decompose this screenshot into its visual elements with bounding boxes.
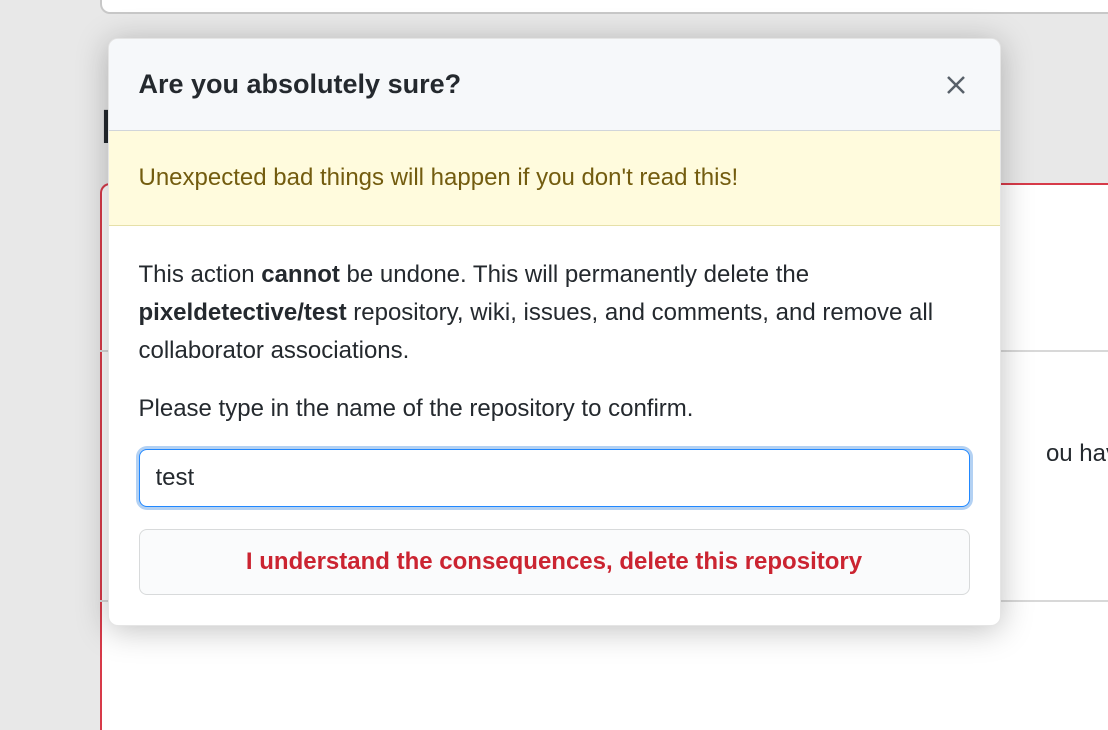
modal-warning-text: Unexpected bad things will happen if you… <box>139 161 970 195</box>
repo-name-input[interactable] <box>139 449 970 507</box>
modal-body: This action cannot be undone. This will … <box>109 226 1000 625</box>
delete-repo-modal: Are you absolutely sure? Unexpected bad … <box>108 38 1001 626</box>
description-mid: be undone. This will permanently delete … <box>340 261 809 288</box>
close-icon[interactable] <box>942 71 970 99</box>
modal-title: Are you absolutely sure? <box>139 69 462 100</box>
modal-instruction: Please type in the name of the repositor… <box>139 391 970 427</box>
delete-confirm-button[interactable]: I understand the consequences, delete th… <box>139 529 970 595</box>
description-repo-name: pixeldetective/test <box>139 299 347 326</box>
modal-header: Are you absolutely sure? <box>109 39 1000 131</box>
description-prefix: This action <box>139 261 262 288</box>
modal-warning-banner: Unexpected bad things will happen if you… <box>109 131 1000 226</box>
description-cannot: cannot <box>261 261 340 288</box>
modal-backdrop: Are you absolutely sure? Unexpected bad … <box>0 0 1108 730</box>
modal-description: This action cannot be undone. This will … <box>139 256 970 371</box>
